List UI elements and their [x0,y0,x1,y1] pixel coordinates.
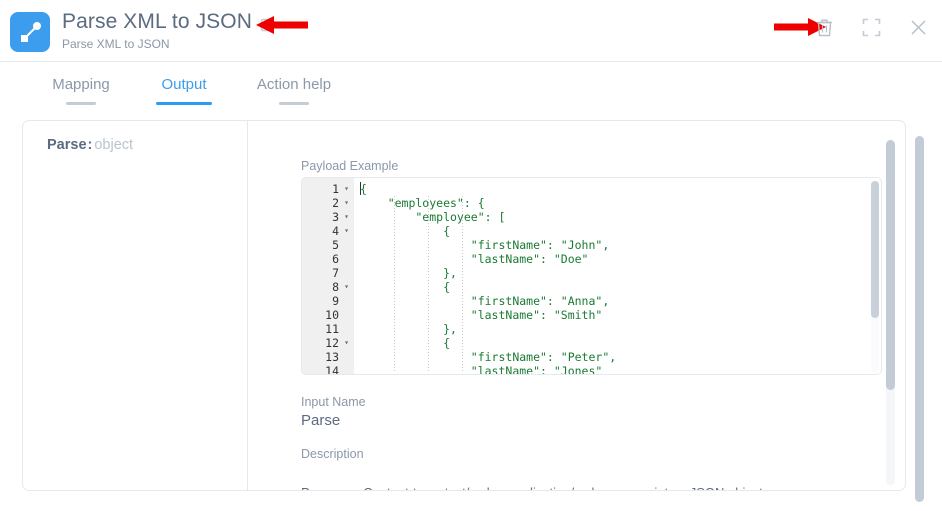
payload-example-editor[interactable]: 1 ▾ 2 ▾ 3 ▾ 4 ▾ 5 6 7 8 ▾ 9 10 11 12 ▾ 13 14 { "employees":… [301,177,882,375]
action-detail-dialog: Parse XML to JSON Parse XML to JSON Mapp… [0,0,942,511]
input-name-label: Input Name [301,395,366,409]
editor-code-line: "employee": [ [360,210,506,224]
editor-line-number: 8 ▾ [302,280,354,294]
editor-code-line: "employees": { [360,196,485,210]
editor-line-number: 7 [332,266,339,280]
schema-root-node[interactable]: Parse: object [47,137,133,153]
schema-details-pane: Payload Example 1 ▾ 2 ▾ 3 ▾ 4 ▾ 5 6 7 8 ▾ 9 10 11 12 ▾ 13 1… [248,121,905,490]
tab-output-label: Output [161,76,207,93]
editor-line-number: 3 ▾ [302,210,354,224]
close-button[interactable] [908,16,928,38]
schema-node-name: Parse [47,137,87,153]
description-value-clipped: Parses an Content-type: text/xml or appl… [301,484,861,490]
editor-line-number: 2 ▾ [302,196,354,210]
code-fold-toggle-icon[interactable]: ▾ [342,196,351,210]
editor-line-number: 13 [325,350,339,364]
page-scrollbar-thumb[interactable] [915,136,924,502]
tab-action-help-label: Action help [256,76,332,93]
output-panel: Parse: object Payload Example 1 ▾ 2 ▾ 3 ▾ 4 ▾ 5 6 7… [22,120,906,491]
editor-code-line: "firstName": "Peter", [360,350,617,364]
tab-mapping-underline [66,102,96,105]
arrow-pointing-to-edit-title [256,16,308,39]
editor-code-line: }, [360,266,457,280]
tab-action-help[interactable]: Action help [243,76,345,105]
code-fold-toggle-icon[interactable]: ▾ [342,210,351,224]
code-fold-toggle-icon[interactable]: ▾ [342,336,351,350]
payload-example-label: Payload Example [301,159,399,173]
tab-bar: Mapping Output Action help [0,62,942,118]
editor-code-line: { [360,224,451,238]
tab-output[interactable]: Output [150,76,218,105]
editor-code-line: "lastName": "Jones" [360,364,603,375]
editor-line-number: 1 ▾ [302,182,354,196]
title-block: Parse XML to JSON Parse XML to JSON [62,8,276,51]
editor-code-line: { [360,280,451,294]
schema-node-separator: : [87,137,93,153]
editor-line-number: 11 [325,322,339,336]
editor-line-number: 5 [332,238,339,252]
editor-code-line: "firstName": "John", [360,238,610,252]
page-subtitle: Parse XML to JSON [62,37,170,51]
fullscreen-button[interactable] [861,16,881,38]
editor-line-number: 14 [325,364,339,375]
editor-line-number: 9 [332,294,339,308]
delete-button[interactable] [814,16,834,38]
editor-code-line: { [360,182,367,196]
editor-line-number: 6 [332,252,339,266]
editor-code-line: }, [360,322,457,336]
panel-scrollbar-thumb[interactable] [886,140,895,390]
editor-code-line: "firstName": "Anna", [360,294,610,308]
dialog-header: Parse XML to JSON Parse XML to JSON [0,0,942,62]
editor-line-number: 10 [325,308,339,322]
editor-line-number: 12 ▾ [302,336,354,350]
header-actions [814,16,928,38]
tab-action-help-underline [279,102,309,105]
code-fold-toggle-icon[interactable]: ▾ [342,224,351,238]
editor-scrollbar-thumb[interactable] [871,181,879,318]
editor-code-line: { [360,336,451,350]
editor-code-line: "lastName": "Smith" [360,308,603,322]
input-name-value: Parse [301,412,341,429]
editor-code-area[interactable]: { "employees": { "employee": [ { "firstN… [354,178,881,375]
editor-line-number: 4 ▾ [302,224,354,238]
code-fold-toggle-icon[interactable]: ▾ [342,182,351,196]
description-label: Description [301,447,364,461]
node-link-icon [10,12,50,52]
tab-output-underline [156,102,212,105]
page-title: Parse XML to JSON [62,10,252,33]
tab-mapping-label: Mapping [52,76,110,93]
schema-tree-pane: Parse: object [23,121,247,490]
editor-gutter: 1 ▾ 2 ▾ 3 ▾ 4 ▾ 5 6 7 8 ▾ 9 10 11 12 ▾ 13 14 [302,178,354,375]
editor-code-line: "lastName": "Doe" [360,252,589,266]
schema-node-type: object [94,137,134,153]
code-fold-toggle-icon[interactable]: ▾ [342,280,351,294]
tab-mapping[interactable]: Mapping [36,76,126,105]
